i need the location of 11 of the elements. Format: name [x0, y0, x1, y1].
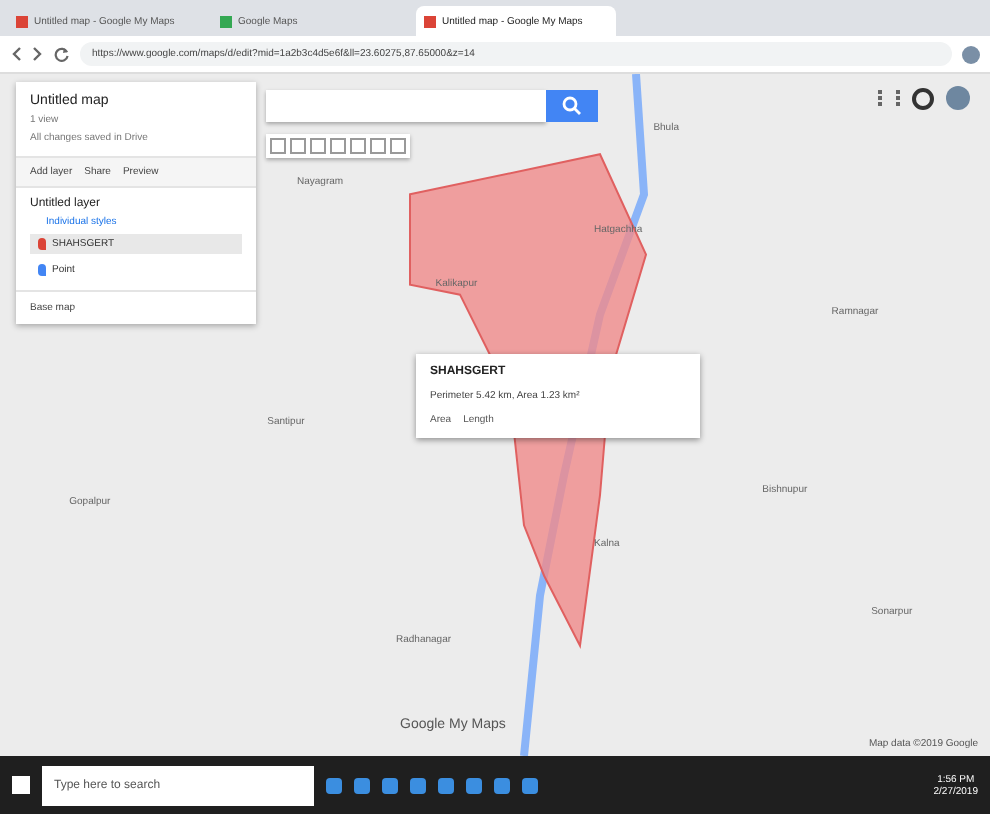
search-icon	[562, 96, 582, 116]
search-field[interactable]	[266, 90, 546, 122]
avatar-icon[interactable]	[962, 45, 980, 63]
apps-icon[interactable]	[878, 90, 900, 106]
reload-icon[interactable]	[54, 46, 70, 62]
avatar-icon[interactable]	[946, 86, 970, 110]
start-icon[interactable]	[12, 776, 30, 794]
back-icon[interactable]	[10, 46, 22, 62]
notifications-icon[interactable]	[912, 87, 934, 109]
search-button[interactable]	[546, 90, 598, 122]
forward-icon[interactable]	[32, 46, 44, 62]
